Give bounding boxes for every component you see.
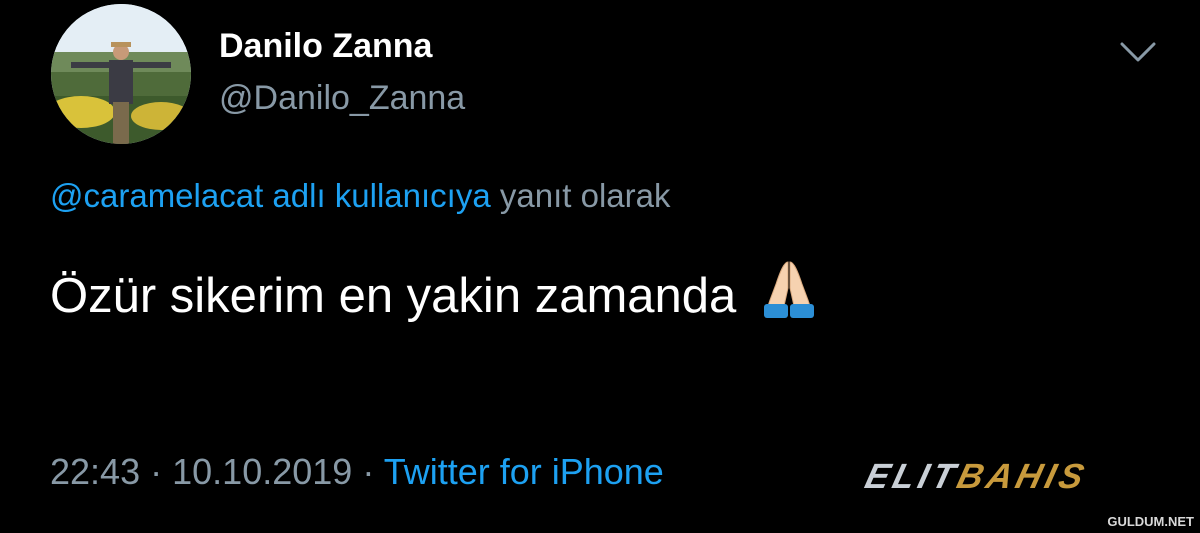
tweet-body: Özür sikerim en yakin zamanda [50,269,737,323]
meta-separator: · [362,451,375,492]
reply-context: @caramelacat adlı kullanıcıya yanıt olar… [50,176,670,216]
avatar[interactable] [51,4,191,144]
watermark-logo-part2: BAHIS [953,457,1092,496]
tweet-source-link[interactable]: Twitter for iPhone [384,451,664,492]
reply-to-suffix: yanıt olarak [499,177,671,214]
author-handle[interactable]: @Danilo_Zanna [219,78,465,118]
reply-to-user-link[interactable]: @caramelacat adlı kullanıcıya [50,177,491,214]
watermark-site: GULDUM.NET [1107,514,1194,529]
tweet-time[interactable]: 22:43 [50,451,140,492]
watermark-logo-part1: ELIT [861,457,963,496]
tweet-date[interactable]: 10.10.2019 [172,451,352,492]
folded-hands-emoji [754,258,824,320]
author-display-name[interactable]: Danilo Zanna [219,26,432,66]
tweet-meta: 22:43 · 10.10.2019 · Twitter for iPhone [50,450,664,494]
chevron-down-icon[interactable] [1118,36,1158,68]
watermark-logo: ELITBAHIS [861,456,1092,498]
meta-separator: · [150,451,163,492]
tweet-text: Özür sikerim en yakin zamanda [50,258,824,326]
